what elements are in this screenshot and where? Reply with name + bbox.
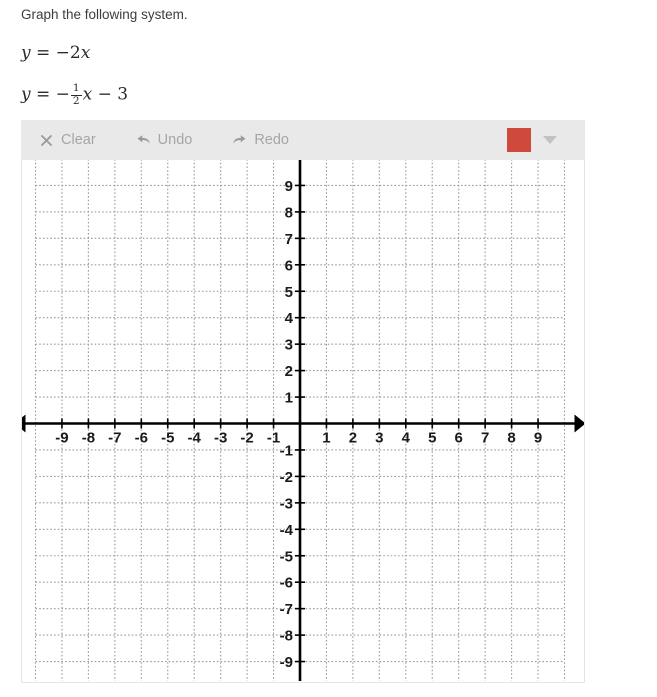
x-tick-label: -1 (267, 430, 280, 447)
redo-button[interactable]: Redo (232, 132, 289, 148)
graph-canvas-panel[interactable]: -9 -8 -7 -6 -5 -4 -3 -2 -1 1 2 3 4 5 6 7 8 9 9 8 7 6 5 4 3 2 1 -1 -2… (21, 160, 585, 683)
y-tick-label: 7 (285, 231, 293, 248)
y-tick-label: -8 (280, 628, 293, 645)
x-axis-arrow-right (574, 414, 584, 433)
x-tick-label: 3 (375, 430, 383, 447)
arrow-undo-icon (136, 133, 151, 148)
y-tick-label: -7 (280, 601, 293, 618)
equation-1-lhs: y (21, 43, 31, 63)
clear-button-label: Clear (61, 132, 96, 148)
x-tick-label: 1 (322, 430, 330, 447)
x-tick-label: -8 (82, 430, 95, 447)
x-tick-label: -3 (214, 430, 227, 447)
y-tick-label: 1 (285, 390, 293, 407)
x-tick-label: -6 (135, 430, 148, 447)
y-tick-label: -6 (280, 575, 293, 592)
x-tick-label: -4 (188, 430, 202, 447)
coordinate-plane[interactable]: -9 -8 -7 -6 -5 -4 -3 -2 -1 1 2 3 4 5 6 7 8 9987654321-1-2… (22, 160, 584, 681)
equation-2: y = −1 2 x − 3 (21, 82, 657, 108)
close-x-icon (39, 133, 54, 148)
equation-1-variable: x (80, 43, 91, 63)
x-tick-label: 6 (455, 430, 463, 447)
fraction-denominator: 2 (72, 94, 80, 107)
x-tick-label: 2 (349, 430, 357, 447)
equation-2-operator: − (97, 84, 112, 105)
chevron-down-icon[interactable] (543, 136, 557, 144)
y-tick-label: -4 (280, 522, 294, 539)
equation-2-variable: x (82, 84, 93, 105)
undo-button[interactable]: Undo (136, 132, 193, 148)
equation-1-coefficient: 2 (69, 43, 81, 63)
y-tick-label: 9 (285, 178, 293, 195)
equation-2-fraction: 12 (70, 82, 82, 108)
redo-button-label: Redo (254, 132, 289, 148)
equation-1-sign: − (55, 43, 70, 63)
y-tick-label: -1 (280, 442, 293, 459)
x-tick-label: 8 (507, 430, 515, 447)
x-tick-label: 7 (481, 430, 489, 447)
x-tick-label: -5 (161, 430, 174, 447)
equation-2-sign: − (55, 84, 70, 105)
equation-1-relation: = (36, 43, 51, 63)
clear-button[interactable]: Clear (39, 132, 96, 148)
graphing-widget[interactable]: Clear Undo Redo -9 -8 -7 -6 -5 -4 -3 -2 -1 1 2 3 4 5 6… (21, 120, 585, 683)
x-tick-label: -7 (108, 430, 121, 447)
x-tick-label: 9 (534, 430, 542, 447)
x-tick-label: 4 (402, 430, 411, 447)
fraction-numerator: 1 (70, 82, 82, 96)
x-tick-label: -9 (55, 430, 68, 447)
equation-1: y = −2x (21, 45, 657, 62)
y-tick-label: 6 (285, 257, 293, 274)
y-tick-label: 2 (285, 363, 293, 380)
equation-2-lhs: y (21, 84, 31, 105)
y-tick-label: -5 (280, 548, 293, 565)
graph-toolbar: Clear Undo Redo (21, 120, 585, 160)
page-title: Graph the following system. (21, 7, 188, 22)
x-tick-label: 5 (428, 430, 436, 447)
x-tick-label: -2 (240, 430, 253, 447)
y-tick-label: 8 (285, 204, 293, 221)
y-tick-label: -3 (280, 495, 293, 512)
arrow-redo-icon (232, 133, 247, 148)
y-tick-label: -9 (280, 654, 293, 671)
y-tick-label: -2 (280, 469, 293, 486)
y-tick-label: 4 (285, 310, 294, 327)
y-tick-label: 3 (285, 337, 293, 354)
equation-2-constant: 3 (117, 84, 129, 105)
problem-prompt: Graph the following system. y = −2x y = … (0, 0, 657, 108)
x-axis-arrow-left (22, 414, 26, 433)
undo-button-label: Undo (157, 132, 193, 148)
color-swatch[interactable] (507, 128, 531, 152)
equation-2-relation: = (36, 84, 51, 105)
y-tick-label: 5 (285, 284, 293, 301)
